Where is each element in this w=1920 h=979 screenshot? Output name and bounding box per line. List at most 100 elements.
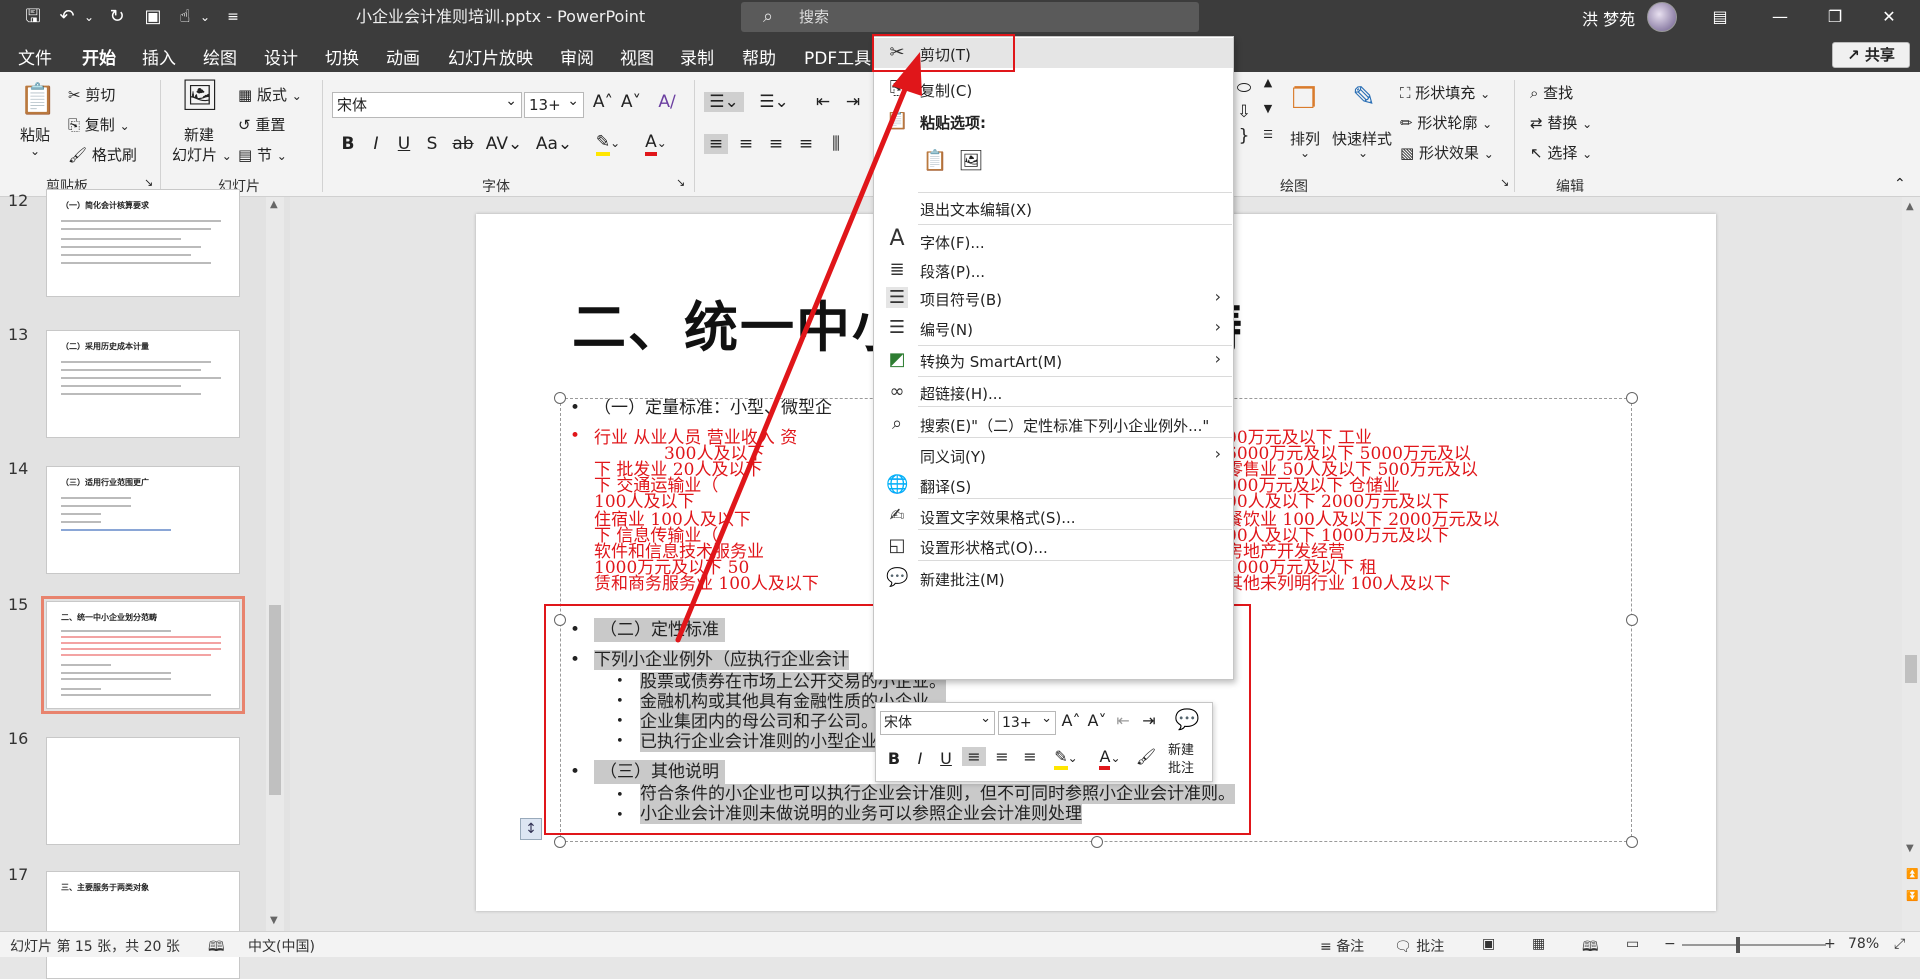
- paste-icon[interactable]: 📋: [18, 82, 58, 117]
- menu-item-translate[interactable]: 🌐 翻译(S): [874, 470, 1233, 500]
- arrange-dropdown-icon[interactable]: ⌄: [1300, 146, 1310, 160]
- resize-handle[interactable]: [1091, 836, 1103, 848]
- arrange-icon[interactable]: ❐: [1284, 82, 1324, 115]
- highlight-icon[interactable]: ✎⌄: [588, 132, 628, 156]
- justify-icon[interactable]: ≡: [794, 134, 818, 154]
- red-line[interactable]: 100人及以下: [594, 492, 694, 512]
- strikethrough-icon[interactable]: ab: [450, 134, 476, 154]
- brace-shape-icon[interactable]: }: [1232, 126, 1256, 146]
- slide-thumbnail[interactable]: 三、主要服务于两类对象: [46, 871, 240, 979]
- increase-indent-icon[interactable]: ⇥: [1138, 711, 1160, 730]
- tab-transitions[interactable]: 切换: [325, 44, 359, 69]
- slide-thumbnail[interactable]: （二）采用历史成本计量: [46, 330, 240, 438]
- format-painter-icon[interactable]: 🖌: [1134, 747, 1158, 766]
- thumbnail-scrollbar[interactable]: ▲ ▼: [266, 197, 284, 931]
- menu-item-bullets[interactable]: ☰ 项目符号(B) ›: [874, 283, 1233, 313]
- shape-effects-button[interactable]: ▧ 形状效果 ⌄: [1400, 142, 1494, 163]
- quick-styles-dropdown-icon[interactable]: ⌄: [1358, 146, 1368, 160]
- slide-scrollbar[interactable]: ▲ ▼ ⏫ ⏬: [1902, 197, 1920, 931]
- heading-other[interactable]: （三）其他说明: [594, 760, 725, 784]
- resize-handle[interactable]: [554, 392, 566, 404]
- decrease-font-icon[interactable]: A˅: [1086, 711, 1108, 730]
- tab-animations[interactable]: 动画: [386, 44, 420, 69]
- zoom-out-icon[interactable]: −: [1664, 936, 1676, 952]
- format-painter-button[interactable]: 🖌 格式刷: [68, 144, 137, 165]
- new-comment-label-2[interactable]: 批注: [1168, 757, 1194, 776]
- reading-view-icon[interactable]: 🕮: [1582, 936, 1599, 960]
- tab-home[interactable]: 开始: [82, 44, 116, 77]
- zoom-level[interactable]: 78%: [1848, 936, 1879, 952]
- increase-font-icon[interactable]: A˄: [592, 92, 614, 112]
- resize-handle[interactable]: [1626, 392, 1638, 404]
- decrease-font-icon[interactable]: A˅: [620, 92, 642, 112]
- paste-label[interactable]: 粘贴: [20, 124, 50, 145]
- notes-button[interactable]: ≡ 备注: [1320, 936, 1364, 956]
- tab-slideshow[interactable]: 幻灯片放映: [448, 44, 533, 69]
- presentation-icon[interactable]: ▣: [140, 4, 166, 30]
- decrease-indent-icon[interactable]: ⇤: [812, 92, 834, 112]
- scrollbar-thumb[interactable]: [269, 605, 281, 795]
- paste-keep-format-icon[interactable]: 📋: [922, 148, 948, 174]
- paste-dropdown-icon[interactable]: ⌄: [30, 144, 40, 158]
- align-left-icon[interactable]: ≡: [962, 747, 986, 766]
- oval-shape-icon[interactable]: ⬭: [1232, 78, 1256, 98]
- clear-format-icon[interactable]: A∕: [656, 92, 678, 112]
- collapse-ribbon-icon[interactable]: ⌃: [1894, 176, 1906, 192]
- columns-icon[interactable]: ⫼: [824, 134, 848, 154]
- menu-item-copy[interactable]: ⎘ 复制(C): [874, 74, 1233, 104]
- bold-icon[interactable]: B: [884, 749, 904, 768]
- align-right-icon[interactable]: ≡: [764, 134, 788, 154]
- arrow-shape-icon[interactable]: ⇩: [1232, 102, 1256, 122]
- menu-item-font[interactable]: A 字体(F)...: [874, 226, 1233, 256]
- tab-review[interactable]: 审阅: [560, 44, 594, 69]
- slide-thumbnail[interactable]: [46, 737, 240, 845]
- comments-button[interactable]: 🗨 批注: [1394, 936, 1444, 956]
- paste-picture-icon[interactable]: 🖼: [958, 148, 984, 174]
- ribbon-display-icon[interactable]: ▤: [1697, 0, 1743, 34]
- close-icon[interactable]: ✕: [1866, 0, 1912, 34]
- tab-draw[interactable]: 绘图: [203, 44, 237, 69]
- resize-handle[interactable]: [554, 836, 566, 848]
- menu-item-exit-edit[interactable]: 退出文本编辑(X): [874, 193, 1233, 223]
- decrease-indent-icon[interactable]: ⇤: [1112, 711, 1134, 730]
- replace-button[interactable]: ⇄ 替换 ⌄: [1530, 112, 1592, 133]
- menu-item-shape-format[interactable]: ◱ 设置形状格式(O)...: [874, 531, 1233, 561]
- new-slide-label-1[interactable]: 新建: [184, 124, 214, 145]
- mini-font-name-select[interactable]: 宋体: [880, 708, 995, 735]
- new-slide-icon[interactable]: 🖼: [180, 78, 220, 113]
- underline-icon[interactable]: U: [936, 749, 956, 768]
- scroll-up-icon[interactable]: ▲: [270, 199, 278, 210]
- italic-icon[interactable]: I: [910, 749, 930, 768]
- red-line[interactable]: 其他未列明行业 100人及以下: [1226, 574, 1451, 594]
- tab-pdf-tools[interactable]: PDF工具: [804, 44, 871, 69]
- zoom-in-icon[interactable]: +: [1824, 936, 1836, 952]
- drawing-launcher-icon[interactable]: ↘: [1500, 176, 1509, 189]
- increase-indent-icon[interactable]: ⇥: [842, 92, 864, 112]
- change-case-icon[interactable]: Aa⌄: [534, 134, 574, 154]
- numbering-icon[interactable]: ☰⌄: [754, 92, 794, 112]
- new-comment-label-1[interactable]: 新建: [1168, 739, 1194, 758]
- increase-font-icon[interactable]: A˄: [1060, 711, 1082, 730]
- shapes-more-icon[interactable]: ☰: [1262, 128, 1274, 141]
- select-button[interactable]: ↖ 选择 ⌄: [1530, 142, 1592, 163]
- save-icon[interactable]: 🖫: [20, 4, 46, 30]
- highlight-icon[interactable]: ✎⌄: [1046, 747, 1086, 770]
- font-color-icon[interactable]: A⌄: [636, 132, 676, 156]
- menu-item-search[interactable]: ⌕ 搜索(E)"（二）定性标准下列小企业例外...": [874, 409, 1233, 439]
- autofit-options-icon[interactable]: ↕: [520, 818, 542, 840]
- font-color-icon[interactable]: A⌄: [1090, 747, 1130, 770]
- minimize-icon[interactable]: —: [1757, 0, 1803, 34]
- user-name[interactable]: 洪 梦苑: [1582, 6, 1635, 30]
- slide-sorter-icon[interactable]: ▦: [1532, 936, 1545, 952]
- shadow-icon[interactable]: S: [422, 134, 442, 154]
- align-left-icon[interactable]: ≡: [704, 134, 728, 154]
- reset-button[interactable]: ↺ 重置: [238, 114, 285, 135]
- resize-handle[interactable]: [1626, 836, 1638, 848]
- heading-qualitative[interactable]: （二）定性标准: [594, 618, 725, 642]
- restore-icon[interactable]: ❐: [1812, 0, 1858, 34]
- exceptions-line[interactable]: 下列小企业例外（应执行企业会计: [594, 650, 849, 670]
- touch-dropdown-icon[interactable]: ⌄: [198, 4, 212, 30]
- tab-record[interactable]: 录制: [680, 44, 714, 69]
- shapes-scroll-up-icon[interactable]: ▲: [1262, 76, 1274, 89]
- new-slide-button[interactable]: 幻灯片 ⌄: [172, 144, 232, 165]
